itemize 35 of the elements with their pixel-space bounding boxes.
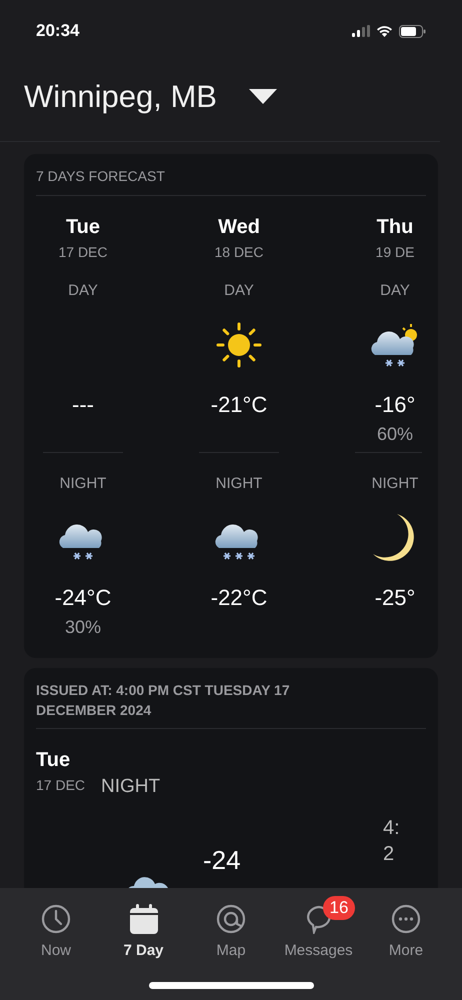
temperature: -24°C xyxy=(54,584,112,612)
day-name: Tue xyxy=(66,214,100,240)
day-label: DAY xyxy=(68,280,98,300)
day-date: 17 DEC xyxy=(58,242,108,262)
night-label: NIGHT xyxy=(60,474,106,494)
temperature: -25° xyxy=(374,584,416,612)
night-label: NIGHT xyxy=(216,474,262,494)
temperature: --- xyxy=(72,391,94,419)
time-text: 4: xyxy=(383,816,400,841)
notification-badge: 16 xyxy=(322,896,356,920)
tab[interactable]: More xyxy=(364,902,448,962)
temperature: -16° xyxy=(374,390,416,418)
day-label: DAY xyxy=(380,280,410,300)
day-name: Thu xyxy=(376,214,414,240)
day-label: DAY xyxy=(224,280,254,300)
tab[interactable]: 7 Day xyxy=(102,902,186,962)
time-text: 2 xyxy=(383,842,396,867)
day-name: Tue xyxy=(36,748,72,772)
period-label: NIGHT xyxy=(101,774,160,798)
status-time: 20:34 xyxy=(36,20,80,42)
night-label: NIGHT xyxy=(372,474,418,494)
day-date: 18 DEC xyxy=(214,242,264,262)
temperature: -21°C xyxy=(210,391,268,419)
section-title: 7 DAYS FORECAST xyxy=(36,166,426,196)
precipitation-chance: 30% xyxy=(64,616,101,639)
precipitation-chance: 60% xyxy=(376,422,414,446)
temperature: -24 xyxy=(203,844,241,877)
temperature: -22°C xyxy=(210,584,268,612)
tab[interactable]: Map xyxy=(189,902,273,962)
tab[interactable]: Now xyxy=(14,902,98,962)
issued-text: ISSUED AT: 4:00 PM CST TUESDAY 17 DECEMBER 2024 xyxy=(36,680,426,728)
day-date: 17 DEC xyxy=(36,776,86,794)
location-title: Winnipeg, MB xyxy=(24,78,217,116)
day-date: 19 DE xyxy=(376,242,414,262)
day-name: Wed xyxy=(218,214,260,240)
